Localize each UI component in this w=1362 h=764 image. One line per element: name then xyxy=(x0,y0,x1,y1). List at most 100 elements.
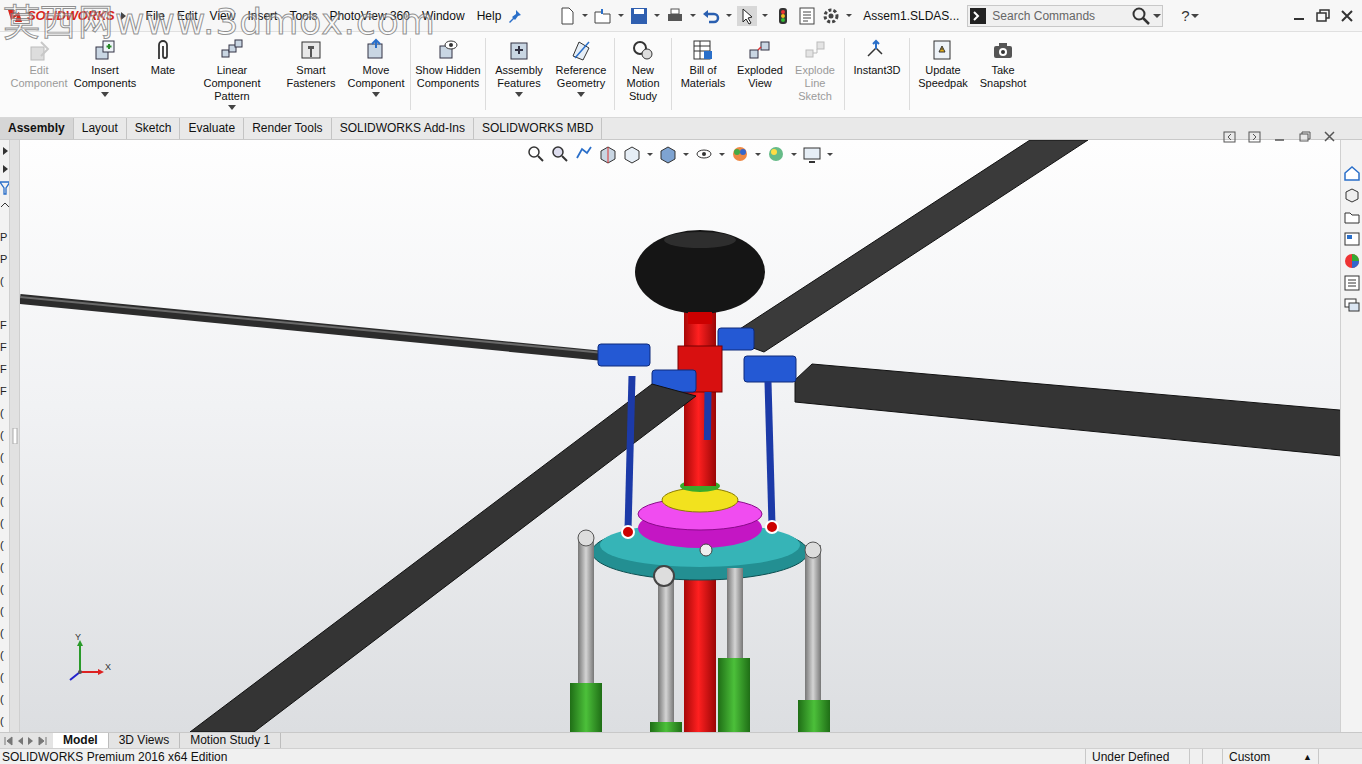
view-palette-icon[interactable] xyxy=(1343,230,1361,248)
new-document-icon[interactable] xyxy=(557,6,577,26)
command-button[interactable]: Assembly Features xyxy=(488,38,550,98)
dropdown-icon[interactable] xyxy=(790,144,798,164)
view-orientation-icon[interactable] xyxy=(622,144,642,164)
tree-item[interactable]: ( xyxy=(0,666,4,688)
dropdown-arrow-icon[interactable] xyxy=(101,92,109,98)
dropdown-icon[interactable] xyxy=(725,6,733,26)
dropdown-icon[interactable] xyxy=(653,6,661,26)
home-icon[interactable] xyxy=(1343,164,1361,182)
print-icon[interactable] xyxy=(665,6,685,26)
collapse-arrow-icon[interactable] xyxy=(0,144,9,158)
search-input[interactable] xyxy=(988,9,1130,23)
command-button[interactable]: Show Hidden Components xyxy=(413,38,483,98)
minimize-icon[interactable] xyxy=(1290,7,1308,25)
section-view-icon[interactable] xyxy=(598,144,618,164)
dropdown-icon[interactable] xyxy=(718,144,726,164)
dropdown-icon[interactable] xyxy=(689,6,697,26)
magnifier-icon[interactable] xyxy=(1130,6,1152,26)
menu-item[interactable]: File xyxy=(140,7,171,25)
dropdown-icon[interactable] xyxy=(754,144,762,164)
pin-icon[interactable] xyxy=(507,8,523,24)
dropdown-arrow-icon[interactable] xyxy=(372,92,380,98)
tree-item[interactable]: ( xyxy=(0,512,4,534)
custom-properties-icon[interactable] xyxy=(1343,274,1361,292)
command-tab[interactable]: Layout xyxy=(74,118,127,139)
design-library-icon[interactable] xyxy=(1343,186,1361,204)
tree-item[interactable]: F xyxy=(0,358,7,380)
command-tab[interactable]: SOLIDWORKS Add-Ins xyxy=(332,118,474,139)
save-icon[interactable] xyxy=(629,6,649,26)
gripper-icon[interactable] xyxy=(12,428,18,444)
tree-item[interactable]: F xyxy=(0,314,7,336)
close-icon[interactable] xyxy=(1322,130,1338,144)
tree-item[interactable]: F xyxy=(0,380,7,402)
zoom-to-fit-icon[interactable] xyxy=(526,144,546,164)
command-tab[interactable]: Assembly xyxy=(0,118,74,139)
reference-triad[interactable]: YX xyxy=(50,632,110,692)
menu-item[interactable]: Window xyxy=(416,7,471,25)
file-explorer-icon[interactable] xyxy=(1343,208,1361,226)
command-button[interactable]: Exploded View xyxy=(732,38,788,98)
previous-view-icon[interactable] xyxy=(574,144,594,164)
logo[interactable]: SOLIDWORKS xyxy=(4,3,134,29)
tree-item[interactable]: ( xyxy=(0,424,4,446)
bottom-tab[interactable]: Motion Study 1 xyxy=(180,733,281,748)
help-button[interactable]: ? xyxy=(1181,7,1189,24)
tree-item[interactable]: P xyxy=(0,248,7,270)
expand-arrow-icon[interactable] xyxy=(0,162,9,176)
next-tab-icon[interactable] xyxy=(27,735,35,747)
tree-item[interactable]: ( xyxy=(0,556,4,578)
command-button[interactable]: Explode Line Sketch xyxy=(788,38,842,111)
menu-item[interactable]: View xyxy=(204,7,242,25)
tree-item[interactable]: ( xyxy=(0,600,4,622)
tree-item[interactable]: ( xyxy=(0,622,4,644)
edit-appearance-icon[interactable] xyxy=(730,144,750,164)
command-button[interactable]: Bill of Materials xyxy=(674,38,732,98)
tree-item[interactable]: ( xyxy=(0,578,4,600)
tree-item[interactable]: ( xyxy=(0,490,4,512)
command-button[interactable]: Instant3D xyxy=(847,38,907,85)
tree-item[interactable]: F xyxy=(0,336,7,358)
command-button[interactable]: Update Speedpak xyxy=(912,38,974,98)
bottom-tab[interactable]: 3D Views xyxy=(109,733,180,748)
select-icon[interactable] xyxy=(737,6,757,26)
tree-item[interactable]: ( xyxy=(0,710,4,732)
close-icon[interactable] xyxy=(1338,7,1356,25)
menu-item[interactable]: Edit xyxy=(171,7,204,25)
command-button[interactable]: Insert Components xyxy=(70,38,140,98)
command-button[interactable]: Smart Fasteners xyxy=(278,38,344,98)
file-properties-icon[interactable] xyxy=(797,6,817,26)
units-selector[interactable]: Custom▲ xyxy=(1222,749,1318,764)
command-button[interactable]: Mate xyxy=(140,38,186,85)
command-button[interactable]: New Motion Study xyxy=(617,38,669,111)
command-tab[interactable]: Evaluate xyxy=(180,118,244,139)
options-gear-icon[interactable] xyxy=(821,6,841,26)
tree-item[interactable]: ( xyxy=(0,402,4,424)
dropdown-arrow-icon[interactable] xyxy=(577,92,585,98)
menu-item[interactable]: PhotoView 360 xyxy=(323,7,416,25)
tree-item[interactable]: ( xyxy=(0,644,4,666)
last-tab-icon[interactable] xyxy=(38,735,47,747)
zoom-to-area-icon[interactable] xyxy=(550,144,570,164)
appearances-icon[interactable] xyxy=(1343,252,1361,270)
graphics-area[interactable]: YX xyxy=(20,140,1340,732)
tree-item[interactable]: ( xyxy=(0,446,4,468)
dropdown-icon[interactable] xyxy=(646,144,654,164)
dropdown-icon[interactable] xyxy=(845,6,853,26)
command-button[interactable]: Reference Geometry xyxy=(550,38,612,98)
bottom-tab[interactable]: Model xyxy=(53,733,109,748)
expand-arrow-icon[interactable] xyxy=(118,9,128,23)
rotor-model[interactable] xyxy=(20,140,1340,732)
menu-item[interactable]: Help xyxy=(471,7,508,25)
command-tab[interactable]: Sketch xyxy=(127,118,181,139)
scroll-up-icon[interactable] xyxy=(0,200,9,210)
tile-right-icon[interactable] xyxy=(1247,130,1263,144)
menu-item[interactable]: Insert xyxy=(241,7,283,25)
dropdown-icon[interactable] xyxy=(826,144,834,164)
command-tab[interactable]: SOLIDWORKS MBD xyxy=(474,118,602,139)
first-tab-icon[interactable] xyxy=(4,735,13,747)
dropdown-icon[interactable] xyxy=(761,6,769,26)
filter-icon[interactable] xyxy=(0,180,9,196)
restore-icon[interactable] xyxy=(1297,130,1313,144)
command-button[interactable]: Linear Component Pattern xyxy=(186,38,278,111)
